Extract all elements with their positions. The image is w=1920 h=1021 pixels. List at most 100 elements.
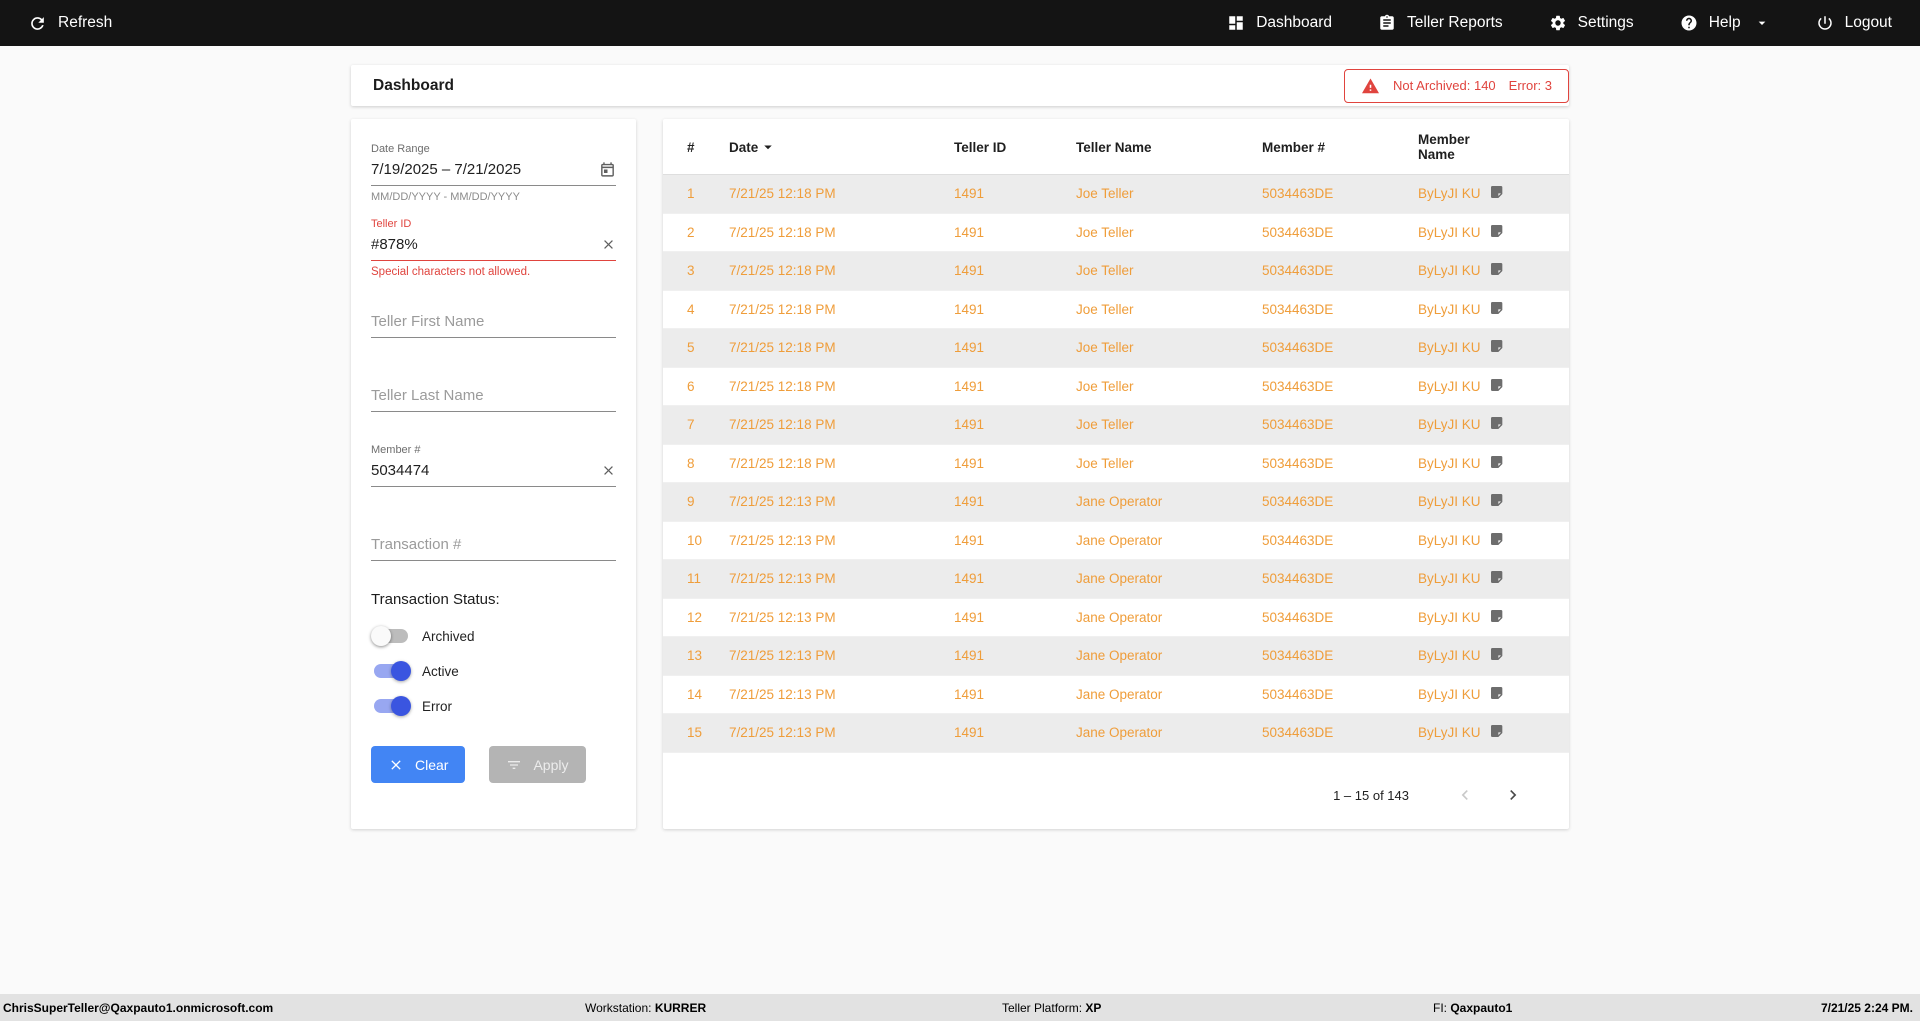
active-toggle[interactable] [374,661,411,681]
teller-first-name-field [371,308,616,338]
archived-toggle-row: Archived [371,626,616,646]
pagination: 1 – 15 of 143 [663,759,1569,811]
note-icon[interactable] [1489,646,1505,662]
table-row[interactable]: 5 7/21/25 12:18 PM 1491 Joe Teller 50344… [663,328,1569,367]
note-icon[interactable] [1489,608,1505,624]
table-row[interactable]: 3 7/21/25 12:18 PM 1491 Joe Teller 50344… [663,251,1569,290]
next-page-button[interactable] [1503,785,1523,805]
alert-not-archived: Not Archived: 140 [1393,78,1496,93]
nav-logout[interactable]: Logout [1816,14,1892,32]
cell-date: 7/21/25 12:18 PM [729,224,836,240]
col-date-label: Date [729,139,759,155]
cell-teller-name: Jane Operator [1076,571,1163,587]
cell-teller-id: 1491 [954,725,985,741]
note-icon[interactable] [1489,300,1505,316]
cell-member-name: ByLyJI KUNy [1418,455,1481,471]
nav-teller-reports[interactable]: Teller Reports [1378,14,1503,32]
table-row[interactable]: 1 7/21/25 12:18 PM 1491 Joe Teller 50344… [663,174,1569,213]
nav-help-label: Help [1708,14,1741,31]
current-datetime: 7/21/25 2:24 PM. [1820,1000,1913,1015]
error-toggle-label: Error [422,698,452,714]
cell-date: 7/21/25 12:18 PM [729,263,836,279]
note-icon[interactable] [1489,492,1505,508]
cell-number: 12 [687,609,703,625]
prev-page-button[interactable] [1455,785,1475,805]
col-member-name: Member Name [1410,119,1481,175]
top-navbar: Refresh Dashboard Teller Reports Setting… [0,0,1920,46]
note-icon[interactable] [1489,531,1505,547]
cell-teller-id: 1491 [954,686,985,702]
table-row[interactable]: 7 7/21/25 12:18 PM 1491 Joe Teller 50344… [663,405,1569,444]
nav-dashboard[interactable]: Dashboard [1227,14,1332,32]
table-row[interactable]: 11 7/21/25 12:13 PM 1491 Jane Operator 5… [663,559,1569,598]
table-header-row: # Date Teller ID Teller Name Member # Me… [663,119,1569,175]
table-row[interactable]: 6 7/21/25 12:18 PM 1491 Joe Teller 50344… [663,367,1569,406]
teller-first-name-input[interactable] [371,311,616,332]
clear-teller-id-icon[interactable] [601,237,616,252]
date-range-label: Date Range [371,143,430,155]
archived-toggle[interactable] [371,626,408,646]
archived-toggle-label: Archived [422,628,475,644]
cell-member-number: 5034463DE [1262,571,1334,587]
clipboard-icon [1378,14,1396,32]
table-row[interactable]: 2 7/21/25 12:18 PM 1491 Joe Teller 50344… [663,213,1569,252]
note-icon[interactable] [1489,184,1505,200]
nav-help[interactable]: Help [1680,14,1770,32]
clear-button[interactable]: Clear [371,746,466,783]
error-toggle-row: Error [371,696,616,716]
note-icon[interactable] [1489,261,1505,277]
teller-id-input[interactable] [371,234,601,255]
note-icon[interactable] [1489,415,1505,431]
date-range-input[interactable] [371,159,599,180]
cell-member-number: 5034463DE [1262,455,1334,471]
nav-settings[interactable]: Settings [1549,14,1634,32]
table-row[interactable]: 12 7/21/25 12:13 PM 1491 Jane Operator 5… [663,598,1569,637]
note-icon[interactable] [1489,723,1505,739]
clear-member-number-icon[interactable] [601,463,616,478]
table-row[interactable]: 8 7/21/25 12:18 PM 1491 Joe Teller 50344… [663,444,1569,483]
cell-member-name: ByLyJI KUNy [1418,494,1481,510]
cell-date: 7/21/25 12:18 PM [729,340,836,356]
cell-number: 5 [687,340,695,356]
apply-button[interactable]: Apply [489,746,586,783]
table-row[interactable]: 13 7/21/25 12:13 PM 1491 Jane Operator 5… [663,636,1569,675]
nav-settings-label: Settings [1577,14,1634,31]
cell-member-number: 5034463DE [1262,378,1334,394]
note-icon[interactable] [1489,338,1505,354]
cell-teller-id: 1491 [954,648,985,664]
cell-teller-name: Jane Operator [1076,725,1163,741]
note-icon[interactable] [1489,377,1505,393]
cell-member-name: ByLyJI KUNy [1418,417,1481,433]
calendar-icon[interactable] [599,161,616,178]
clear-button-label: Clear [415,756,449,773]
note-icon[interactable] [1489,454,1505,470]
table-row[interactable]: 9 7/21/25 12:13 PM 1491 Jane Operator 50… [663,482,1569,521]
refresh-button[interactable]: Refresh [28,14,112,33]
note-icon[interactable] [1489,569,1505,585]
cell-date: 7/21/25 12:18 PM [729,455,836,471]
cell-teller-id: 1491 [954,186,985,202]
note-icon[interactable] [1489,223,1505,239]
note-icon[interactable] [1489,685,1505,701]
cell-teller-name: Jane Operator [1076,648,1163,664]
teller-last-name-field [371,382,616,412]
cell-member-name: ByLyJI KUNy [1418,648,1481,664]
member-number-input[interactable] [371,460,601,481]
cell-date: 7/21/25 12:13 PM [729,725,836,741]
status-bar: ChrisSuperTeller@Qaxpauto1.onmicrosoft.c… [0,994,1920,1021]
cell-member-number: 5034463DE [1262,686,1334,702]
error-toggle[interactable] [374,696,411,716]
transaction-number-input[interactable] [371,534,616,555]
table-row[interactable]: 4 7/21/25 12:18 PM 1491 Joe Teller 50344… [663,290,1569,329]
teller-last-name-input[interactable] [371,385,616,406]
cell-number: 6 [687,378,695,394]
table-row[interactable]: 10 7/21/25 12:13 PM 1491 Jane Operator 5… [663,521,1569,560]
col-date[interactable]: Date [721,119,946,175]
table-row[interactable]: 14 7/21/25 12:13 PM 1491 Jane Operator 5… [663,675,1569,714]
chevron-right-icon [1503,785,1523,805]
date-range-field: Date Range MM/DD/YYYY - MM/DD/YYYY [371,143,616,203]
member-number-field: Member # [371,444,616,487]
sort-desc-icon [759,138,777,156]
cell-member-name: ByLyJI KUNy [1418,571,1481,587]
table-row[interactable]: 15 7/21/25 12:13 PM 1491 Jane Operator 5… [663,713,1569,752]
